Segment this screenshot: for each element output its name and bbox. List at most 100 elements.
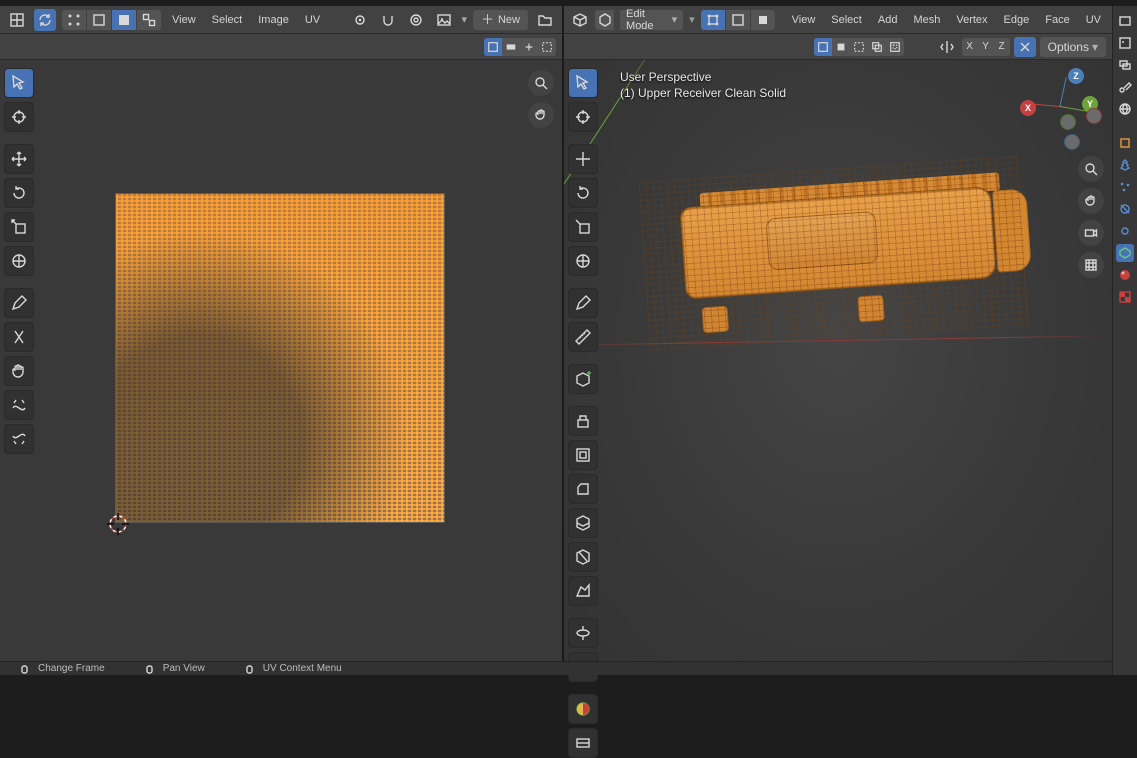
pan-button-icon[interactable] [1078, 188, 1104, 214]
tool-rotate[interactable] [4, 178, 34, 208]
new-image-button[interactable]: ＋ New [473, 10, 528, 30]
tool-polybuild[interactable] [568, 576, 598, 606]
options-dropdown[interactable]: Options ▾ [1040, 37, 1106, 57]
selmode-vertex-icon[interactable] [701, 10, 725, 30]
prop-physics-icon[interactable] [1116, 200, 1134, 218]
tool-bevel[interactable] [568, 474, 598, 504]
pan-button-icon[interactable] [528, 102, 554, 128]
tool-spin[interactable] [568, 618, 598, 648]
show-xray-icon[interactable] [868, 38, 886, 56]
tool-relax[interactable] [4, 390, 34, 420]
uv-menu-select[interactable]: Select [207, 14, 248, 26]
prop-scene-icon[interactable] [1116, 78, 1134, 96]
tool-scale[interactable] [4, 212, 34, 242]
zoom-button-icon[interactable] [1078, 156, 1104, 182]
vp-menu-add[interactable]: Add [873, 14, 903, 26]
mirror-x[interactable]: X [962, 38, 978, 56]
tool-rotate[interactable] [568, 178, 598, 208]
editor-type-uv-icon[interactable] [6, 9, 28, 31]
open-image-button[interactable] [534, 9, 556, 31]
tool-extrude[interactable] [568, 406, 598, 436]
prop-data-icon[interactable] [1116, 244, 1134, 262]
vp-menu-select[interactable]: Select [826, 14, 867, 26]
vp-menu-view[interactable]: View [787, 14, 821, 26]
tool-loop-cut[interactable] [568, 508, 598, 538]
pivot-dropdown-icon[interactable] [349, 9, 371, 31]
gizmo-z[interactable]: Z [1068, 68, 1084, 84]
uv-display-modifier-icon[interactable] [520, 38, 538, 56]
tool-cursor[interactable] [4, 102, 34, 132]
gizmo-neg-z[interactable] [1064, 134, 1080, 150]
vp-menu-uv[interactable]: UV [1081, 14, 1106, 26]
show-hidden-icon[interactable] [850, 38, 868, 56]
tool-rip[interactable] [4, 322, 34, 352]
vp-menu-mesh[interactable]: Mesh [908, 14, 945, 26]
uv-display-outline-icon[interactable] [538, 38, 556, 56]
tool-inset[interactable] [568, 440, 598, 470]
prop-particles-icon[interactable] [1116, 178, 1134, 196]
tool-transform[interactable] [4, 246, 34, 276]
snap-toggle-icon[interactable] [377, 9, 399, 31]
vp-menu-vertex[interactable]: Vertex [951, 14, 992, 26]
zoom-button-icon[interactable] [528, 70, 554, 96]
uv-island-area[interactable] [116, 194, 444, 522]
tool-move[interactable] [4, 144, 34, 174]
uv-selmode-island-icon[interactable] [137, 10, 161, 30]
mesh-object[interactable] [639, 155, 1030, 351]
mode-dropdown[interactable]: Edit Mode ▾ [620, 10, 683, 30]
proportional-toggle-icon[interactable] [405, 9, 427, 31]
selmode-edge-icon[interactable] [726, 10, 750, 30]
prop-object-icon[interactable] [1116, 134, 1134, 152]
mode-icon[interactable] [595, 10, 614, 30]
gizmo-neg-x[interactable] [1086, 108, 1102, 124]
camera-button-icon[interactable] [1078, 220, 1104, 246]
prop-world-icon[interactable] [1116, 100, 1134, 118]
tool-measure[interactable] [568, 322, 598, 352]
prop-viewlayer-icon[interactable] [1116, 56, 1134, 74]
vp-menu-edge[interactable]: Edge [999, 14, 1035, 26]
orientation-gizmo[interactable]: X Y Z [1020, 66, 1100, 146]
perspective-button-icon[interactable] [1078, 252, 1104, 278]
uv-display-stretch-icon[interactable] [502, 38, 520, 56]
prop-texture-icon[interactable] [1116, 288, 1134, 306]
tool-grab[interactable] [4, 356, 34, 386]
uv-menu-image[interactable]: Image [253, 14, 294, 26]
tool-select-box[interactable] [4, 68, 34, 98]
gizmo-x[interactable]: X [1020, 100, 1036, 116]
mirror-y[interactable]: Y [978, 38, 994, 56]
tool-annotate[interactable] [568, 288, 598, 318]
tool-add-cube[interactable] [568, 364, 598, 394]
tool-transform[interactable] [568, 246, 598, 276]
uv-selmode-vertex-icon[interactable] [62, 10, 86, 30]
show-sel-icon[interactable] [832, 38, 850, 56]
tool-move[interactable] [568, 144, 598, 174]
prop-material-icon[interactable] [1116, 266, 1134, 284]
prop-render-icon[interactable] [1116, 12, 1134, 30]
mirror-z[interactable]: Z [994, 38, 1010, 56]
selmode-face-icon[interactable] [751, 10, 775, 30]
prop-modifier-icon[interactable] [1116, 156, 1134, 174]
show-mask-icon[interactable] [886, 38, 904, 56]
uv-selmode-edge-icon[interactable] [87, 10, 111, 30]
image-browse-icon[interactable] [433, 9, 455, 31]
automerge-toggle-icon[interactable] [1014, 37, 1036, 57]
prop-output-icon[interactable] [1116, 34, 1134, 52]
tool-cursor[interactable] [568, 102, 598, 132]
uv-menu-view[interactable]: View [167, 14, 201, 26]
show-whole-icon[interactable] [814, 38, 832, 56]
tool-annotate[interactable] [4, 288, 34, 318]
tool-scale[interactable] [568, 212, 598, 242]
uv-viewport[interactable] [0, 60, 562, 661]
mirror-icon[interactable] [936, 36, 958, 58]
tool-knife[interactable] [568, 542, 598, 572]
editor-type-3dview-icon[interactable] [570, 9, 589, 31]
uv-selmode-face-icon[interactable] [112, 10, 136, 30]
tool-pinch[interactable] [4, 424, 34, 454]
uv-overlay-toggle-icon[interactable] [484, 38, 502, 56]
prop-constraints-icon[interactable] [1116, 222, 1134, 240]
gizmo-neg-y[interactable] [1060, 114, 1076, 130]
uv-sync-icon[interactable] [34, 9, 56, 31]
viewport-3d[interactable]: User Perspective (1) Upper Receiver Clea… [564, 60, 1112, 675]
tool-shrink-fatten[interactable] [568, 728, 598, 758]
uv-menu-uv[interactable]: UV [300, 14, 325, 26]
